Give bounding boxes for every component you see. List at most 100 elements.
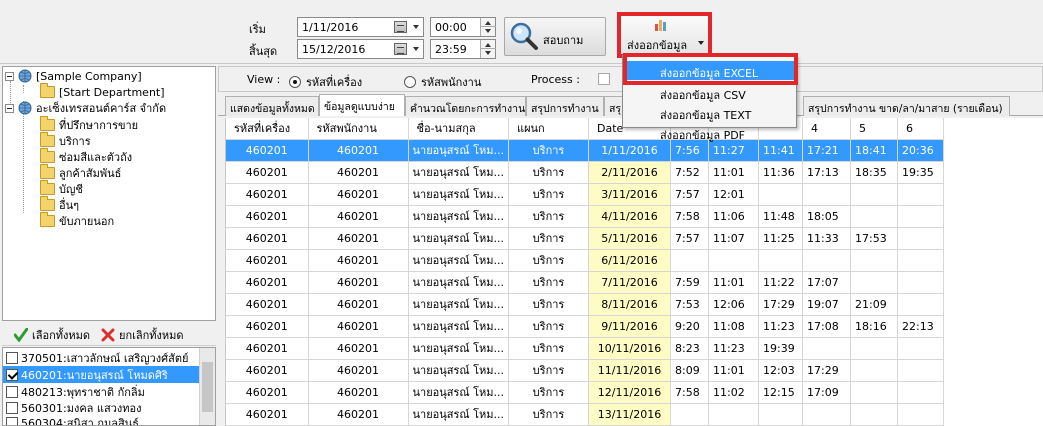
list-item[interactable]: 460201:นายอนุสรณ์ โหมดศิริ xyxy=(3,366,199,383)
tab-simple-view[interactable]: ข้อมูลดูแบบง่าย xyxy=(319,94,405,116)
table-cell: 11:36 xyxy=(758,161,803,184)
scrollbar[interactable] xyxy=(199,348,215,425)
end-time-stepper[interactable]: 23:59 xyxy=(430,39,496,59)
tree-node[interactable]: อื่นๆ xyxy=(40,196,79,213)
collapse-icon[interactable] xyxy=(5,103,14,113)
time-spinner[interactable] xyxy=(480,18,496,36)
table-cell: 7:58 xyxy=(670,381,709,404)
table-cell xyxy=(897,337,944,360)
select-all-button[interactable]: เลือกทั้งหมด xyxy=(14,326,90,344)
start-date-picker[interactable]: 1/11/2016 xyxy=(297,17,424,37)
spin-down-icon[interactable] xyxy=(485,51,491,55)
table-cell: นายอนุสรณ์ โหม... xyxy=(408,205,509,228)
tree-node[interactable]: [Start Department] xyxy=(40,83,165,100)
table-cell: 18:41 xyxy=(850,139,898,162)
list-item[interactable]: 560304:สุนิสา กมลสินธุ์ xyxy=(3,414,199,425)
process-checkbox[interactable] xyxy=(598,73,610,85)
spin-up-icon[interactable] xyxy=(485,43,491,47)
table-cell: 19:35 xyxy=(897,161,944,184)
date-cell: 5/11/2016 xyxy=(588,227,671,250)
tree-node[interactable]: บริการ xyxy=(40,132,91,149)
col-full-name[interactable]: ชื่อ-นามสกุล xyxy=(408,118,509,140)
deselect-all-button[interactable]: ยกเลิกทั้งหมด xyxy=(101,326,184,344)
table-row[interactable]: 460201 460201 นายอนุสรณ์ โหม... บริการ 4/11/… xyxy=(226,205,944,228)
col-time-4[interactable]: 4 xyxy=(802,118,851,140)
scrollbar-thumb[interactable] xyxy=(202,362,213,412)
chevron-down-icon[interactable] xyxy=(698,41,704,45)
tree-node[interactable]: [Sample Company] xyxy=(5,68,142,84)
folder-icon xyxy=(40,116,55,131)
tree-node[interactable]: ขับภายนอก xyxy=(40,212,114,229)
table-row[interactable]: 460201 460201 นายอนุสรณ์ โหม... บริการ 13/11… xyxy=(226,403,944,426)
attendance-grid[interactable]: รหัสที่เครื่อง รหัสพนักงาน ชื่อ-นามสกุล … xyxy=(226,118,1043,426)
tree-node[interactable]: อะเซ็งเทรสอนต์คาร์ส จำกัด xyxy=(5,100,166,116)
query-button[interactable]: สอบถาม xyxy=(504,17,606,56)
employee-checkbox[interactable] xyxy=(6,416,18,425)
table-row[interactable]: 460201 460201 นายอนุสรณ์ โหม... บริการ 5/11/… xyxy=(226,227,944,250)
table-row[interactable]: 460201 460201 นายอนุสรณ์ โหม... บริการ 8/11/… xyxy=(226,293,944,316)
table-row[interactable]: 460201 460201 นายอนุสรณ์ โหม... บริการ 9/11/… xyxy=(226,315,944,338)
table-cell: บริการ xyxy=(508,315,589,338)
tree-node[interactable]: ลูกค้าสัมพันธ์ xyxy=(40,164,121,181)
table-cell: บริการ xyxy=(508,161,589,184)
col-employee-code[interactable]: รหัสพนักงาน xyxy=(308,118,409,140)
export-button[interactable]: ส่งออกข้อมูล xyxy=(621,16,708,54)
table-cell xyxy=(802,403,851,426)
tree-node[interactable]: ที่ปรึกษาการขาย xyxy=(40,116,138,133)
start-time-stepper[interactable]: 00:00 xyxy=(430,17,496,37)
menu-item-export-pdf[interactable]: ส่งออกข้อมูล PDF xyxy=(624,123,795,142)
table-cell: 7:57 xyxy=(670,183,709,206)
radio-indicator[interactable] xyxy=(289,76,301,88)
tree-node[interactable]: ซ่อมสีและตัวถัง xyxy=(40,148,132,165)
menu-item-export-csv[interactable]: ส่งออกข้อมูล CSV xyxy=(624,83,795,102)
table-row[interactable]: 460201 460201 นายอนุสรณ์ โหม... บริการ 7/11/… xyxy=(226,271,944,294)
radio-machine-code[interactable]: รหัสที่เครื่อง xyxy=(289,73,362,91)
date-cell: 7/11/2016 xyxy=(588,271,671,294)
table-cell xyxy=(708,249,759,272)
collapse-icon[interactable] xyxy=(5,71,14,81)
tab-monthly-absence[interactable]: สรุปการทำงาน ขาด/ลา/มาสาย (รายเดือน) xyxy=(803,96,1010,116)
tab-work-summary[interactable]: สรุปการทำงาน xyxy=(526,96,604,116)
table-row[interactable]: 460201 460201 นายอนุสรณ์ โหม... บริการ 10/11… xyxy=(226,337,944,360)
list-item[interactable]: 370501:เสาวลักษณ์ เสริญวงศ์สัตย์ xyxy=(3,349,199,366)
radio-indicator[interactable] xyxy=(404,76,416,88)
employee-list[interactable]: 370501:เสาวลักษณ์ เสริญวงศ์สัตย์ 460201:… xyxy=(2,347,216,426)
spin-up-icon[interactable] xyxy=(485,21,491,25)
spin-down-icon[interactable] xyxy=(485,29,491,33)
table-cell: 460201 xyxy=(308,183,409,206)
employee-checkbox[interactable] xyxy=(6,351,18,364)
menu-item-export-text[interactable]: ส่งออกข้อมูล TEXT xyxy=(624,103,795,122)
chevron-down-icon[interactable] xyxy=(413,47,419,51)
table-cell xyxy=(758,183,803,206)
table-row[interactable]: 460201 460201 นายอนุสรณ์ โหม... บริการ 1/11/… xyxy=(226,139,944,162)
table-row[interactable]: 460201 460201 นายอนุสรณ์ โหม... บริการ 12/11… xyxy=(226,381,944,404)
table-cell: 19:39 xyxy=(758,337,803,360)
tab-show-all[interactable]: แสดงข้อมูลทั้งหมด xyxy=(225,96,319,116)
tab-shift-calc[interactable]: คำนวณโดยกะการทำงาน xyxy=(405,96,526,116)
chevron-down-icon[interactable] xyxy=(413,25,419,29)
table-cell: 17:29 xyxy=(758,293,803,316)
col-department[interactable]: แผนก xyxy=(508,118,589,140)
col-machine-code[interactable]: รหัสที่เครื่อง xyxy=(226,118,309,140)
tree-node[interactable]: บัญชี xyxy=(40,180,83,197)
employee-checkbox[interactable] xyxy=(6,385,18,398)
time-spinner[interactable] xyxy=(480,40,496,58)
end-date-picker[interactable]: 15/12/2016 xyxy=(297,39,424,59)
table-cell xyxy=(850,403,898,426)
process-label: Process : xyxy=(531,73,580,86)
table-row[interactable]: 460201 460201 นายอนุสรณ์ โหม... บริการ 11/11… xyxy=(226,359,944,382)
col-time-5[interactable]: 5 xyxy=(850,118,898,140)
radio-employee-code[interactable]: รหัสพนักงาน xyxy=(404,73,481,91)
end-date-value: 15/12/2016 xyxy=(302,43,366,56)
employee-checkbox[interactable] xyxy=(6,401,18,414)
table-row[interactable]: 460201 460201 นายอนุสรณ์ โหม... บริการ 6/11/… xyxy=(226,249,944,272)
col-time-6[interactable]: 6 xyxy=(897,118,944,140)
table-row[interactable]: 460201 460201 นายอนุสรณ์ โหม... บริการ 3/11/… xyxy=(226,183,944,206)
employee-checkbox[interactable] xyxy=(6,368,18,381)
table-row[interactable]: 460201 460201 นายอนุสรณ์ โหม... บริการ 2/11/… xyxy=(226,161,944,184)
table-cell xyxy=(897,205,944,228)
list-item[interactable]: 480213:พุทราชาติ กักลิ่ม xyxy=(3,383,199,400)
menu-item-export-excel[interactable]: ส่งออกข้อมูล EXCEL xyxy=(624,61,795,80)
department-tree[interactable]: [Sample Company] [Start Department] อะเซ… xyxy=(2,66,216,321)
export-dropdown-menu: ส่งออกข้อมูล EXCEL ส่งออกข้อมูล CSV ส่งอ… xyxy=(622,55,797,142)
